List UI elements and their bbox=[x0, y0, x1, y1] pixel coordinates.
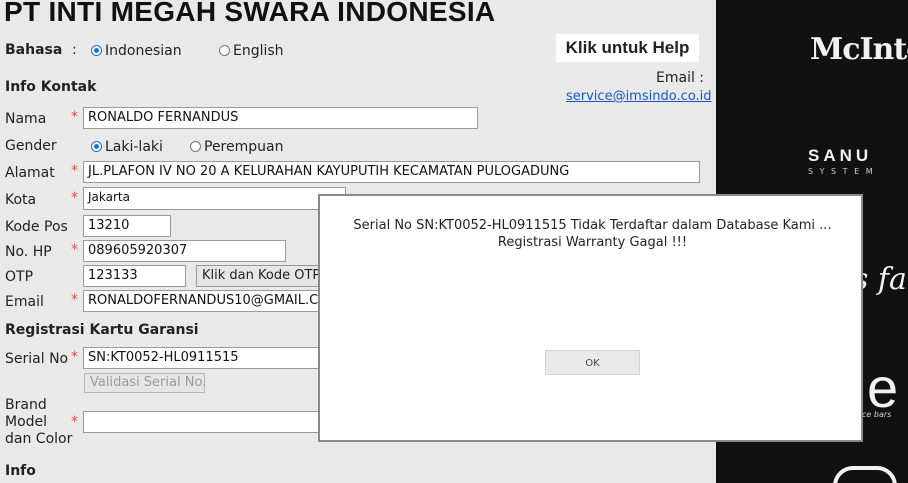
nama-label: Nama bbox=[5, 111, 47, 127]
alamat-label: Alamat bbox=[5, 165, 55, 181]
kota-select[interactable]: Jakarta bbox=[83, 187, 346, 210]
contact-email-link[interactable]: service@imsindo.co.id bbox=[566, 89, 711, 104]
brand-model-label: Brand Model dan Color bbox=[5, 397, 72, 448]
error-dialog: Serial No SN:KT0052-HL0911515 Tidak Terd… bbox=[318, 194, 863, 442]
brand-model-label-line: dan Color bbox=[5, 431, 73, 447]
radio-english[interactable]: English bbox=[219, 43, 284, 59]
brand-model-label-line: Brand bbox=[5, 397, 47, 413]
sanus-subtext: S Y S T E M bbox=[808, 167, 875, 176]
kode-pos-label: Kode Pos bbox=[5, 219, 68, 235]
dialog-message-line: Serial No SN:KT0052-HL0911515 Tidak Terd… bbox=[353, 218, 832, 233]
language-colon: : bbox=[72, 42, 77, 58]
radio-english-label: English bbox=[233, 43, 284, 59]
radio-selected-icon[interactable] bbox=[91, 141, 102, 152]
section-info: Info bbox=[5, 463, 36, 479]
brand-ring-logo bbox=[833, 466, 897, 483]
brand-model-select[interactable] bbox=[83, 411, 320, 433]
required-mark: * bbox=[71, 190, 78, 206]
otp-input[interactable]: 123133 bbox=[83, 265, 186, 287]
radio-selected-icon[interactable] bbox=[91, 45, 102, 56]
section-info-kontak: Info Kontak bbox=[5, 79, 97, 95]
help-button[interactable]: Klik untuk Help bbox=[556, 34, 699, 62]
radio-perempuan[interactable]: Perempuan bbox=[190, 139, 283, 155]
gender-label: Gender bbox=[5, 138, 57, 154]
required-mark: * bbox=[71, 109, 78, 125]
brand-model-label-line: Model bbox=[5, 414, 48, 430]
radio-unselected-icon[interactable] bbox=[219, 45, 230, 56]
language-label: Bahasa bbox=[5, 42, 63, 58]
radio-laki-laki[interactable]: Laki-laki bbox=[91, 139, 163, 155]
kota-label: Kota bbox=[5, 192, 37, 208]
no-hp-input[interactable]: 089605920307 bbox=[83, 240, 286, 262]
contact-email-label: Email : bbox=[656, 70, 705, 86]
mcintosh-logo: McIntos bbox=[810, 32, 908, 67]
email-input[interactable]: RONALDOFERNANDUS10@GMAIL.C bbox=[83, 290, 320, 312]
alamat-input[interactable]: JL.PLAFON IV NO 20 A KELURAHAN KAYUPUTIH… bbox=[83, 161, 700, 183]
serial-no-input[interactable]: SN:KT0052-HL0911515 bbox=[83, 347, 320, 369]
dialog-message: Serial No SN:KT0052-HL0911515 Tidak Terd… bbox=[320, 217, 865, 251]
radio-laki-laki-label: Laki-laki bbox=[105, 139, 163, 155]
brand-partial-subtext: ce bars bbox=[862, 410, 892, 419]
otp-label: OTP bbox=[5, 269, 34, 285]
serial-no-label: Serial No bbox=[5, 351, 69, 367]
required-mark: * bbox=[71, 292, 78, 308]
dialog-message-line: Registrasi Warranty Gagal !!! bbox=[497, 235, 688, 250]
radio-perempuan-label: Perempuan bbox=[204, 139, 284, 155]
validate-serial-button[interactable]: Validasi Serial No. bbox=[84, 373, 206, 393]
radio-indonesian-label: Indonesian bbox=[105, 43, 182, 59]
dialog-ok-button[interactable]: OK bbox=[545, 350, 640, 375]
otp-request-button[interactable]: Klik dan Kode OTP bbox=[196, 265, 320, 287]
nama-input[interactable]: RONALDO FERNANDUS bbox=[83, 107, 478, 129]
kode-pos-input[interactable]: 13210 bbox=[83, 215, 171, 237]
email-label: Email bbox=[5, 294, 44, 310]
section-registrasi: Registrasi Kartu Garansi bbox=[5, 322, 199, 338]
radio-unselected-icon[interactable] bbox=[190, 141, 201, 152]
page-title: PT INTI MEGAH SWARA INDONESIA bbox=[4, 0, 496, 27]
required-mark: * bbox=[71, 242, 78, 258]
sanus-logo: SANU bbox=[808, 146, 873, 165]
required-mark: * bbox=[71, 163, 78, 179]
required-mark: * bbox=[71, 349, 78, 365]
no-hp-label: No. HP bbox=[5, 244, 52, 260]
required-mark: * bbox=[71, 414, 78, 430]
radio-indonesian[interactable]: Indonesian bbox=[91, 43, 182, 59]
brand-partial-logo: e bbox=[867, 356, 899, 419]
